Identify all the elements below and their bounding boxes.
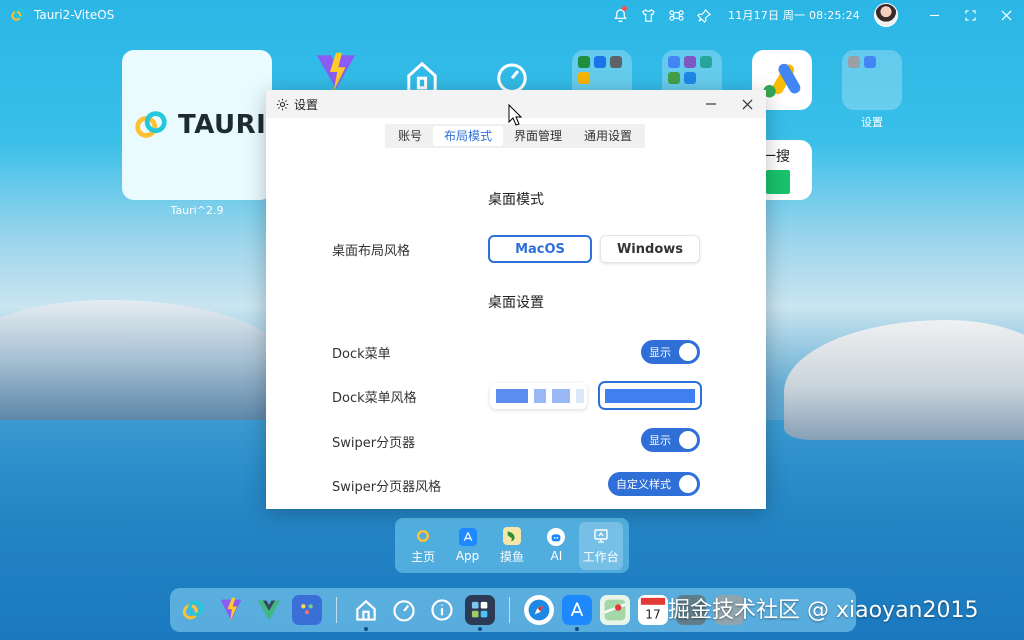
running-indicator — [478, 627, 482, 631]
launcher-item-workbench[interactable]: 工作台 — [578, 521, 623, 570]
dock-style-option-full[interactable] — [598, 381, 702, 410]
app-title: Tauri2-ViteOS — [34, 8, 115, 22]
label-swiper: Swiper分页器 — [332, 436, 416, 451]
tauri-app-tile[interactable]: TAURI — [122, 50, 272, 200]
home-icon[interactable] — [400, 60, 444, 94]
search-app-text: 一搜 — [762, 149, 790, 165]
launcher-dock: 主页 App 摸鱼 AI 工作台 — [395, 518, 629, 573]
launcher-item-home[interactable]: 主页 — [401, 522, 445, 570]
tauri-logo-icon — [135, 111, 167, 138]
settings-tabs: 账号 布局模式 界面管理 通用设置 — [385, 124, 646, 148]
swiper-toggle-text: 显示 — [649, 434, 671, 447]
dashboard-dock-icon[interactable] — [389, 595, 419, 625]
tauri-dock-icon[interactable] — [178, 595, 208, 625]
dock-separator — [336, 597, 337, 623]
toggle-knob — [679, 475, 697, 493]
gear-icon — [276, 98, 289, 110]
clock: 11月17日 周一 08:25:24 — [728, 9, 860, 22]
wallpaper-hill-right — [784, 320, 1024, 440]
tab-general-settings[interactable]: 通用设置 — [573, 126, 643, 146]
top-bar: Tauri2-ViteOS 11月17日 周一 08:25:24 — [0, 0, 1024, 30]
info-dock-icon[interactable] — [427, 595, 457, 625]
tauri-small-icon — [414, 527, 432, 545]
notification-dot — [622, 6, 627, 11]
maps-dock-icon[interactable] — [600, 595, 630, 625]
safari-dock-icon[interactable] — [524, 595, 554, 625]
fish-icon — [502, 526, 521, 545]
vue-dock-icon[interactable] — [254, 595, 284, 625]
section-desktop-mode: 桌面模式 — [488, 192, 544, 208]
vite-icon[interactable] — [308, 50, 364, 94]
toggle-knob — [679, 343, 697, 361]
vite-dock-icon[interactable] — [216, 595, 246, 625]
search-app-icon — [766, 170, 790, 194]
settings-tile-label: 设置 — [861, 116, 883, 129]
minimize-icon[interactable] — [916, 0, 952, 30]
tauri-logo-icon — [10, 6, 28, 24]
pin-icon[interactable] — [690, 0, 718, 30]
tab-layout-mode[interactable]: 布局模式 — [433, 126, 504, 146]
label-dock-menu: Dock菜单 — [332, 347, 391, 362]
dock-style-option-split[interactable] — [490, 383, 587, 409]
windows-button[interactable]: Windows — [600, 235, 700, 263]
mouse-cursor-icon — [508, 104, 522, 126]
app-store-dock-icon[interactable] — [562, 595, 592, 631]
swiper-style-toggle-text: 自定义样式 — [616, 478, 671, 491]
tab-ui-management[interactable]: 界面管理 — [503, 126, 573, 146]
svg-text:17: 17 — [645, 608, 660, 622]
tauri-wordmark: TAURI — [178, 110, 267, 140]
home-dock-icon[interactable] — [351, 595, 381, 631]
swiper-style-toggle[interactable]: 自定义样式 — [608, 472, 700, 496]
close-icon[interactable] — [988, 0, 1024, 30]
launcher-item-app[interactable]: App — [446, 522, 490, 570]
dock-menu-toggle[interactable]: 显示 — [641, 340, 700, 364]
watermark: 掘金技术社区 @ xiaoyan2015 — [668, 598, 979, 623]
running-indicator — [364, 627, 368, 631]
command-icon[interactable] — [662, 0, 690, 30]
dock-menu-toggle-text: 显示 — [649, 346, 671, 359]
dock-separator — [509, 597, 510, 623]
label-swiper-style: Swiper分页器风格 — [332, 480, 442, 495]
avatar[interactable] — [874, 3, 898, 27]
macos-button[interactable]: MacOS — [488, 235, 592, 263]
running-indicator — [575, 627, 579, 631]
shirt-icon[interactable] — [634, 0, 662, 30]
photos-dock-icon[interactable] — [292, 595, 322, 625]
wallpaper-hill-left — [0, 300, 290, 420]
settings-folder-tile[interactable] — [842, 50, 902, 110]
toggle-knob — [679, 431, 697, 449]
settings-window: 设置 账号 布局模式 界面管理 通用设置 桌面模式 桌面布局风格 MacOS W… — [266, 90, 766, 509]
launcher-item-ai[interactable]: AI — [534, 522, 578, 570]
calendar-dock-icon[interactable]: 17 — [638, 595, 668, 625]
label-layout-style: 桌面布局风格 — [332, 244, 411, 259]
label-dock-style: Dock菜单风格 — [332, 391, 417, 406]
window-title: 设置 — [294, 97, 319, 112]
swiper-toggle[interactable]: 显示 — [641, 428, 700, 452]
tab-account[interactable]: 账号 — [387, 126, 433, 146]
bell-icon[interactable] — [606, 0, 634, 30]
app-store-icon — [458, 528, 477, 546]
window-close-icon[interactable] — [738, 98, 756, 110]
dashboard-icon[interactable] — [490, 60, 534, 94]
ai-robot-icon — [547, 528, 566, 546]
workbench-icon — [592, 527, 610, 545]
launcher-item-fish[interactable]: 摸鱼 — [490, 522, 534, 570]
tauri-tile-label: Tauri^2.9 — [170, 204, 224, 217]
fullscreen-icon[interactable] — [952, 0, 988, 30]
app-folder-dock-icon[interactable] — [465, 595, 495, 631]
section-desktop-settings: 桌面设置 — [488, 295, 544, 311]
window-minimize-icon[interactable] — [702, 98, 720, 110]
